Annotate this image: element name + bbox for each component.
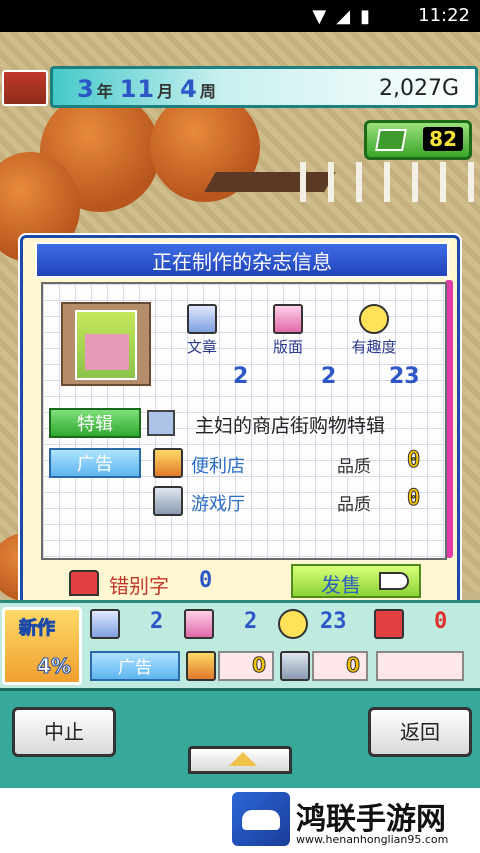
month-value: 11 <box>119 75 156 103</box>
article-value: 2 <box>150 609 164 634</box>
wifi-icon: ▼ <box>312 6 327 27</box>
ad-tag: 广告 <box>49 448 141 478</box>
status-icons: ▼ ◢ ▮ <box>312 6 370 27</box>
stat-label: 版面 <box>272 338 303 356</box>
ad-name: 便利店 <box>191 456 245 477</box>
fence <box>300 162 480 202</box>
up-arrow-icon <box>229 752 257 766</box>
quality-value: 0 <box>406 486 421 512</box>
typo-value: 0 <box>434 609 448 634</box>
magazine-summary-bar: 新作 4% 2 2 23 0 广告 0 0 <box>0 600 480 688</box>
cover-image <box>75 310 137 380</box>
site-brand: 鸿联手游网 <box>296 802 446 837</box>
stat-layout: 版面 <box>253 304 323 357</box>
article-icon <box>90 609 120 639</box>
layout-value: 2 <box>244 609 258 634</box>
status-bar: ▼ ◢ ▮ 11:22 <box>0 0 480 32</box>
layout-icon <box>273 304 303 334</box>
stat-label: 有趣度 <box>351 338 397 356</box>
feature-row[interactable]: 特辑 主妇的商店街购物特辑 <box>49 408 441 440</box>
ad-slot: 0 <box>218 651 274 681</box>
publish-label: 发售 <box>321 573 361 597</box>
avatar[interactable] <box>2 70 48 106</box>
summary-ads: 广告 0 0 <box>90 651 470 683</box>
magazine-details: 文章 版面 有趣度 2 2 23 特辑 主妇的商店街购物特辑 广告 便利店 品质… <box>41 282 447 560</box>
fun-value: 23 <box>389 364 420 389</box>
slot-value: 0 <box>252 653 267 678</box>
stat-label: 文章 <box>186 338 217 356</box>
game-area[interactable]: 3 年 11 月 4 周 2,027G 82 正在制作的杂志信息 文章 版面 有趣度 <box>0 32 480 788</box>
typo-label: 错别字 <box>109 574 169 598</box>
article-icon <box>187 304 217 334</box>
research-book-button[interactable]: 82 <box>364 120 472 160</box>
summary-stats: 2 2 23 0 <box>90 609 476 643</box>
smiley-icon <box>278 609 308 639</box>
new-percent: 4% <box>37 654 72 679</box>
typo-value: 0 <box>199 568 213 593</box>
year-value: 3 <box>77 75 95 103</box>
typewriter-icon <box>69 570 99 596</box>
stat-article: 文章 <box>167 304 237 357</box>
layout-icon <box>184 609 214 639</box>
smiley-icon <box>359 304 389 334</box>
ad-slot: 0 <box>312 651 368 681</box>
layout-value: 2 <box>321 364 337 389</box>
panel-title: 正在制作的杂志信息 <box>35 242 449 278</box>
year-unit: 年 <box>96 82 114 101</box>
money-display: 2,027G <box>378 76 459 101</box>
feature-title: 主妇的商店街购物特辑 <box>195 415 386 437</box>
clock: 11:22 <box>418 5 470 26</box>
site-url: www.henanhonglian95.com <box>296 833 449 846</box>
feature-tag: 特辑 <box>49 408 141 438</box>
signal-icon: ◢ <box>336 6 351 27</box>
convenience-store-icon <box>153 448 183 478</box>
watermark-footer: 鸿联手游网 www.henanhonglian95.com <box>0 788 480 853</box>
arcade-icon <box>280 651 310 681</box>
feature-picture-icon <box>147 410 175 436</box>
slot-value: 0 <box>346 653 361 678</box>
new-issue-badge: 新作 4% <box>2 607 82 685</box>
game-date: 3 年 11 月 4 周 <box>77 75 223 103</box>
magazine-info-panel: 正在制作的杂志信息 文章 版面 有趣度 2 2 23 特辑 主妇的商店街购物特辑… <box>20 235 460 619</box>
typewriter-icon <box>374 609 404 639</box>
stat-fun: 有趣度 <box>339 304 409 357</box>
ad-slot-empty <box>376 651 464 681</box>
quality-label: 品质 <box>337 495 371 515</box>
book-count: 82 <box>423 127 463 151</box>
date-money-bar: 3 年 11 月 4 周 2,027G <box>50 66 478 108</box>
new-label: 新作 <box>19 618 56 640</box>
battery-icon: ▮ <box>360 6 370 27</box>
ad-tag: 广告 <box>90 651 180 681</box>
expand-menu-button[interactable] <box>188 746 292 774</box>
ad-row-convenience[interactable]: 广告 便利店 品质 0 <box>49 448 441 482</box>
magazine-cover <box>61 302 151 386</box>
month-unit: 月 <box>157 82 175 101</box>
ad-name: 游戏厅 <box>191 494 245 515</box>
arcade-icon <box>153 486 183 516</box>
convenience-store-icon <box>186 651 216 681</box>
publish-button[interactable]: 发售 <box>291 564 421 598</box>
quality-label: 品质 <box>337 457 371 477</box>
week-unit: 周 <box>199 82 217 101</box>
article-value: 2 <box>233 364 249 389</box>
book-icon <box>375 129 407 151</box>
ad-row-arcade[interactable]: 游戏厅 品质 0 <box>49 486 441 520</box>
stop-button[interactable]: 中止 <box>12 707 116 757</box>
week-value: 4 <box>180 75 198 103</box>
pointing-hand-icon <box>379 572 409 590</box>
quality-value: 0 <box>406 448 421 474</box>
site-logo <box>232 792 290 846</box>
fun-value: 23 <box>320 609 347 634</box>
back-button[interactable]: 返回 <box>368 707 472 757</box>
